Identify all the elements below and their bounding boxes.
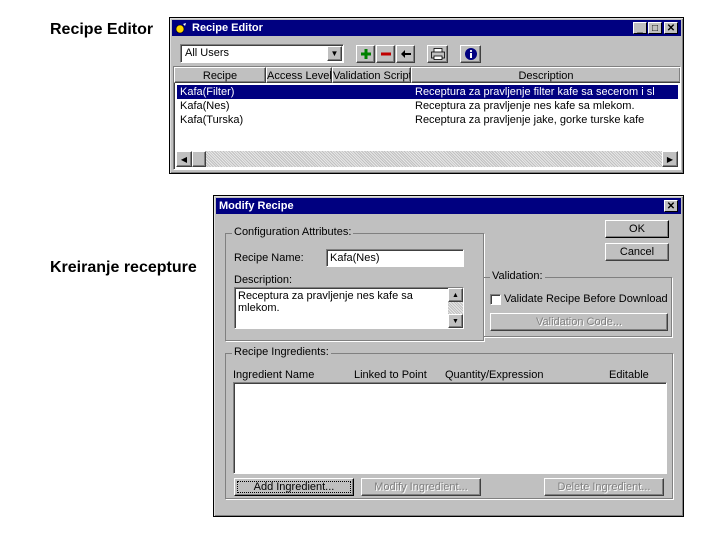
recipe-description-cell: Receptura za pravljenje jake, gorke turs… xyxy=(415,114,645,126)
description-label: Description: xyxy=(234,274,293,286)
description-field[interactable]: Receptura za pravljenje nes kafe sa mlek… xyxy=(234,287,464,329)
modify-recipe-titlebar: Modify Recipe ✕ xyxy=(216,198,681,214)
minus-icon xyxy=(380,48,392,63)
column-header-validation-script[interactable]: Validation Script xyxy=(332,67,411,83)
scroll-right-button[interactable]: ▶ xyxy=(662,151,678,167)
recipe-name-field[interactable]: Kafa(Nes) xyxy=(326,249,464,267)
app-icon xyxy=(175,22,187,34)
modify-ingredient-button[interactable]: Modify Ingredient... xyxy=(361,478,481,496)
arrow-left-icon xyxy=(400,48,412,63)
recipe-name-cell: Kafa(Turska) xyxy=(180,114,244,126)
recipe-description-cell: Receptura za pravljenje filter kafe sa s… xyxy=(415,86,655,98)
user-filter-dropdown[interactable]: All Users ▼ xyxy=(180,44,344,63)
recipe-name-cell: Kafa(Filter) xyxy=(180,86,235,98)
validate-checkbox[interactable] xyxy=(490,294,501,305)
ingredients-group-label: Recipe Ingredients: xyxy=(232,346,331,358)
create-recipe-caption: Kreiranje recepture xyxy=(50,259,197,276)
description-value: Receptura za pravljenje nes kafe sa mlek… xyxy=(238,290,413,314)
info-button[interactable] xyxy=(460,45,481,63)
recipe-editor-titlebar: Recipe Editor _ □ ✕ xyxy=(172,20,681,36)
column-header-recipe[interactable]: Recipe xyxy=(174,67,266,83)
minimize-button[interactable]: _ xyxy=(633,22,647,34)
column-header-editable[interactable]: Editable xyxy=(609,369,649,381)
validation-group: Validation: Validate Recipe Before Downl… xyxy=(483,270,672,337)
table-row[interactable]: Kafa(Nes) Receptura za pravljenje nes ka… xyxy=(177,99,678,113)
cancel-button[interactable]: Cancel xyxy=(605,243,669,261)
column-header-description[interactable]: Description xyxy=(411,67,680,83)
configuration-group-label: Configuration Attributes: xyxy=(232,226,354,238)
plus-icon xyxy=(360,48,372,63)
close-button[interactable]: ✕ xyxy=(664,200,678,212)
user-filter-value: All Users xyxy=(185,47,230,59)
ingredient-list[interactable]: Ingredient Name Linked to Point Quantity… xyxy=(233,368,667,474)
printer-icon xyxy=(431,48,445,63)
scroll-left-button[interactable]: ◀ xyxy=(176,151,192,167)
maximize-button[interactable]: □ xyxy=(648,22,662,34)
recipe-editor-window: Recipe Editor _ □ ✕ All Users ▼ Recipe A… xyxy=(169,17,684,174)
ingredient-header: Ingredient Name Linked to Point Quantity… xyxy=(233,368,665,383)
chevron-down-icon[interactable]: ▼ xyxy=(327,46,342,61)
delete-ingredient-button[interactable]: Delete Ingredient... xyxy=(544,478,664,496)
ingredient-list-body[interactable] xyxy=(233,382,667,474)
remove-recipe-button[interactable] xyxy=(376,45,395,63)
description-scrollbar[interactable]: ▲ ▼ xyxy=(448,288,463,328)
back-button[interactable] xyxy=(396,45,415,63)
print-button[interactable] xyxy=(427,45,448,63)
add-recipe-button[interactable] xyxy=(356,45,375,63)
dialog-title: Modify Recipe xyxy=(219,200,294,212)
recipe-list[interactable]: Recipe Access Level Validation Script De… xyxy=(173,66,681,170)
validation-group-label: Validation: xyxy=(490,270,545,282)
table-row[interactable]: Kafa(Filter) Receptura za pravljenje fil… xyxy=(177,85,678,99)
recipe-editor-caption: Recipe Editor xyxy=(50,21,154,38)
validate-checkbox-label: Validate Recipe Before Download xyxy=(504,293,668,305)
configuration-group: Configuration Attributes: Recipe Name: K… xyxy=(225,226,484,341)
recipe-name-label: Recipe Name: xyxy=(234,252,304,264)
ingredients-group: Recipe Ingredients: Ingredient Name Link… xyxy=(225,346,673,499)
recipe-description-cell: Receptura za pravljenje nes kafe sa mlek… xyxy=(415,100,635,112)
scroll-down-button[interactable]: ▼ xyxy=(448,314,463,328)
window-title: Recipe Editor xyxy=(192,22,263,34)
validation-code-button[interactable]: Validation Code... xyxy=(490,313,668,331)
scroll-up-button[interactable]: ▲ xyxy=(448,288,463,302)
recipe-name-value: Kafa(Nes) xyxy=(330,252,380,264)
modify-recipe-dialog: Modify Recipe ✕ Configuration Attributes… xyxy=(213,195,684,517)
column-header-access-level[interactable]: Access Level xyxy=(266,67,332,83)
recipe-name-cell: Kafa(Nes) xyxy=(180,100,230,112)
ok-button[interactable]: OK xyxy=(605,220,669,238)
table-row[interactable]: Kafa(Turska) Receptura za pravljenje jak… xyxy=(177,113,678,127)
column-header-ingredient-name[interactable]: Ingredient Name xyxy=(233,369,314,381)
info-icon xyxy=(464,47,478,64)
horizontal-scrollbar[interactable]: ◀ ▶ xyxy=(176,151,678,167)
scroll-thumb[interactable] xyxy=(192,151,206,167)
column-header-quantity-expression[interactable]: Quantity/Expression xyxy=(445,369,543,381)
close-button[interactable]: ✕ xyxy=(664,22,678,34)
column-header-linked-to-point[interactable]: Linked to Point xyxy=(354,369,427,381)
add-ingredient-button[interactable]: Add Ingredient... xyxy=(234,478,354,496)
